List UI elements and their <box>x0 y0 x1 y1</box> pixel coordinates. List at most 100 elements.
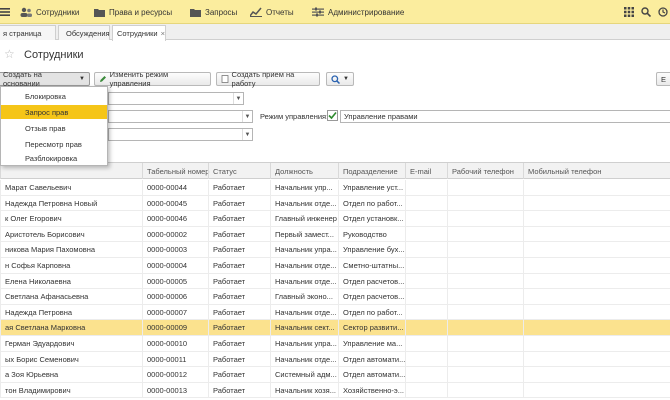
menu-item-main[interactable] <box>0 0 10 24</box>
menu-item-reports[interactable]: Отчеты <box>250 0 294 24</box>
menu-item-requests[interactable]: Запросы <box>190 0 237 24</box>
menu-label: Права и ресурсы <box>109 7 173 17</box>
menu-item-unblock[interactable]: Разблокировка <box>1 151 107 165</box>
search-button[interactable] <box>641 0 651 24</box>
column-header-work-phone[interactable]: Рабочий телефон <box>447 163 523 179</box>
filter-field-3[interactable]: ▼ <box>108 128 253 141</box>
menu-item-revoke-rights[interactable]: Отзыв прав <box>1 121 107 135</box>
chevron-down-icon[interactable]: ▼ <box>233 93 243 104</box>
apps-button[interactable] <box>624 0 634 24</box>
button-label: Создать прием на работу <box>231 70 295 88</box>
table-row[interactable]: Елена Николаевна 0000-00005 Работает Началь… <box>0 273 670 290</box>
cell-work-phone <box>447 351 523 367</box>
cell-work-phone <box>447 226 523 242</box>
table-row[interactable]: Надежда Петровна 0000-00007 Работает Началь… <box>0 304 670 321</box>
change-mode-button[interactable]: Изменить режим управления <box>94 70 211 88</box>
chevron-down-icon[interactable]: ▼ <box>242 129 252 140</box>
menu-label: Отчеты <box>266 7 294 17</box>
tab-discussions[interactable]: Обсуждения <box>58 25 110 40</box>
cell-email <box>405 320 447 336</box>
column-header-status[interactable]: Статус <box>208 163 270 179</box>
column-header-position[interactable]: Должность <box>270 163 338 179</box>
table-row[interactable]: Марат Савельевич 0000-00044 Работает Началь… <box>0 180 670 196</box>
cell-department: Управление уст... <box>338 180 405 195</box>
cell-tab-number: 0000-00009 <box>142 320 208 336</box>
column-header-email[interactable]: E-mail <box>405 163 447 179</box>
create-hire-button[interactable]: Создать прием на работу <box>216 70 320 88</box>
cell-work-phone <box>447 180 523 195</box>
cell-name: Елена Николаевна <box>0 273 142 289</box>
menu-icon <box>0 8 10 16</box>
table-row[interactable]: Аристотель Борисович 0000-00002 Работает Пе… <box>0 226 670 243</box>
page-title: Сотрудники <box>24 49 84 61</box>
column-header-mobile-phone[interactable]: Мобильный телефон <box>523 163 670 179</box>
cell-email <box>405 367 447 383</box>
close-icon[interactable]: × <box>161 29 165 38</box>
cell-status: Работает <box>208 180 270 195</box>
cell-position: Начальник сект... <box>270 320 338 336</box>
cell-name: Аристотель Борисович <box>0 226 142 242</box>
cell-department: Отдел установк... <box>338 211 405 227</box>
table-row[interactable]: тон Владимирович 0000-00013 Работает Началь… <box>0 382 670 399</box>
filter-field-2[interactable]: ▼ <box>108 110 253 123</box>
cell-mobile-phone <box>523 336 670 351</box>
tab-label: я страница <box>3 28 42 38</box>
cell-position: Начальник упра... <box>270 336 338 351</box>
cell-mobile-phone <box>523 304 670 320</box>
cell-work-phone <box>447 304 523 320</box>
menu-label: Администрирование <box>328 7 405 17</box>
folder-icon <box>190 8 201 17</box>
menu-item-label: Отзыв прав <box>25 123 66 133</box>
table-row[interactable]: никова Мария Пахомовна 0000-00003 Работает… <box>0 242 670 258</box>
table-row[interactable]: ых Борис Семенович 0000-00011 Работает Нача… <box>0 351 670 368</box>
tab-employees[interactable]: Сотрудники × <box>112 25 166 41</box>
create-on-basis-button[interactable]: Создать на основании ▼ <box>0 70 90 88</box>
cell-email <box>405 336 447 351</box>
table-row[interactable]: Надежда Петровна Новый 0000-00045 Работает… <box>0 195 670 212</box>
more-button[interactable]: Е <box>656 72 670 86</box>
table-row[interactable]: а Зоя Юрьевна 0000-00012 Работает Системный… <box>0 367 670 383</box>
cell-mobile-phone <box>523 289 670 305</box>
cell-department: Отдел по работ... <box>338 195 405 211</box>
cell-name: тон Владимирович <box>0 382 142 398</box>
table-row[interactable]: Светлана Афанасьевна 0000-00006 Работает Гл… <box>0 289 670 305</box>
menu-item-review-rights[interactable]: Пересмотр прав <box>1 137 107 151</box>
cell-email <box>405 273 447 289</box>
filter-field-1[interactable]: ▼ <box>108 92 244 105</box>
cell-work-phone <box>447 258 523 273</box>
menu-item-admin[interactable]: Администрирование <box>312 0 404 24</box>
menu-label: Запросы <box>205 7 238 17</box>
tab-home[interactable]: я страница <box>0 25 56 40</box>
menu-item-rights[interactable]: Права и ресурсы <box>94 0 172 24</box>
cell-mobile-phone <box>523 242 670 258</box>
table-row[interactable]: Герман Эдуардович 0000-00010 Работает Начал… <box>0 336 670 352</box>
table-row[interactable]: ая Светлана Марковна 0000-00009 Работает На… <box>0 320 670 336</box>
cell-email <box>405 304 447 320</box>
apps-icon <box>624 7 634 17</box>
mode-checkbox[interactable] <box>327 110 338 121</box>
chevron-down-icon[interactable]: ▼ <box>242 111 252 122</box>
column-header-tab-number[interactable]: Табельный номер <box>142 163 209 179</box>
mode-value-field[interactable]: Управление правами <box>340 110 670 123</box>
column-header-department[interactable]: Подразделение <box>338 163 405 179</box>
history-button[interactable] <box>658 0 668 24</box>
menu-item-employees[interactable]: Сотрудники <box>20 0 79 24</box>
cell-email <box>405 242 447 258</box>
cell-position: Системный адм... <box>270 367 338 383</box>
field-value: Управление правами <box>344 112 418 121</box>
table-row[interactable]: н Софья Карповна 0000-00004 Работает Началь… <box>0 258 670 274</box>
menu-item-request-rights[interactable]: Запрос прав <box>1 105 107 119</box>
cell-department: Отдел расчетов... <box>338 289 405 305</box>
cell-position: Начальник отде... <box>270 351 338 367</box>
cell-name: Надежда Петровна <box>0 304 142 320</box>
menu-item-block[interactable]: Блокировка <box>1 89 107 103</box>
search-options-button[interactable]: ▼ <box>326 72 354 86</box>
cell-name: Надежда Петровна Новый <box>0 195 142 211</box>
search-icon <box>641 7 651 17</box>
cell-work-phone <box>447 242 523 258</box>
cell-work-phone <box>447 273 523 289</box>
cell-mobile-phone <box>523 226 670 242</box>
favorite-star-icon[interactable]: ☆ <box>4 47 15 61</box>
table-row[interactable]: к Олег Егорович 0000-00046 Работает Главный… <box>0 211 670 227</box>
chevron-down-icon: ▼ <box>343 76 349 82</box>
